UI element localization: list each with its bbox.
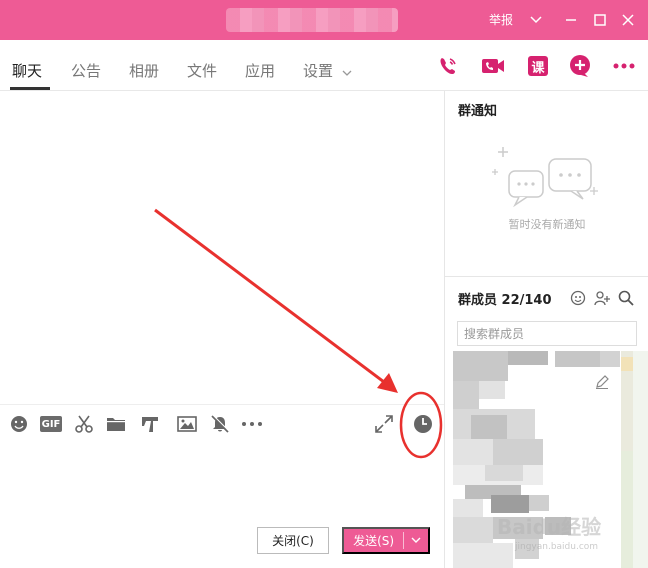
tab-files[interactable]: 文件 xyxy=(187,60,217,81)
qq-group-chat-window: 举报 聊天 公告 相册 文件 应用 设置 课 GIF 关闭(C) 发送(S) 群… xyxy=(0,0,648,568)
tab-settings[interactable]: 设置 xyxy=(303,60,333,81)
baidu-watermark: Baidu经验 xyxy=(497,515,602,539)
history-clock-icon[interactable] xyxy=(412,413,434,435)
emoji-icon[interactable] xyxy=(8,413,30,435)
minimize-icon[interactable] xyxy=(561,10,581,30)
expand-icon[interactable] xyxy=(373,413,395,435)
member-manage-icon[interactable] xyxy=(569,289,587,307)
tab-bar: 聊天 公告 相册 文件 应用 设置 课 xyxy=(0,40,648,91)
member-search-input[interactable] xyxy=(457,321,637,346)
course-icon[interactable]: 课 xyxy=(526,54,550,78)
input-toolbar: GIF xyxy=(0,404,444,444)
search-icon[interactable] xyxy=(617,289,635,307)
member-count-title: 群成员 22/140 xyxy=(458,293,552,308)
more-tools-icon[interactable] xyxy=(241,413,263,435)
tab-apps[interactable]: 应用 xyxy=(245,60,275,81)
more-icon[interactable] xyxy=(612,54,636,78)
chevron-down-icon[interactable] xyxy=(404,537,428,544)
report-link[interactable]: 举报 xyxy=(489,11,513,28)
active-tab-indicator xyxy=(10,87,50,90)
empty-notice-illustration xyxy=(492,147,598,208)
tab-album[interactable]: 相册 xyxy=(129,60,159,81)
message-area[interactable] xyxy=(0,91,444,404)
notice-empty-text: 暂时没有新通知 xyxy=(508,218,586,231)
send-button[interactable]: 发送(S) xyxy=(342,527,430,554)
image-icon[interactable] xyxy=(176,413,198,435)
group-side-panel: 群通知 暂时没有新通知 群成员 22/140 xyxy=(444,91,648,568)
title-bar: 举报 xyxy=(0,0,648,40)
tab-announcement[interactable]: 公告 xyxy=(71,60,101,81)
close-icon[interactable] xyxy=(618,10,638,30)
video-call-icon[interactable] xyxy=(481,54,505,78)
notice-title: 群通知 xyxy=(458,104,498,119)
add-app-icon[interactable] xyxy=(568,54,592,78)
folder-icon[interactable] xyxy=(105,413,127,435)
voice-call-icon[interactable] xyxy=(436,54,460,78)
gif-icon[interactable]: GIF xyxy=(40,413,62,435)
chevron-down-icon[interactable] xyxy=(342,62,352,81)
edit-icon[interactable] xyxy=(593,373,611,391)
tab-chat[interactable]: 聊天 xyxy=(12,60,42,81)
close-button[interactable]: 关闭(C) xyxy=(257,527,329,554)
group-name-blurred xyxy=(226,8,398,32)
scissors-icon[interactable] xyxy=(73,413,95,435)
add-member-icon[interactable] xyxy=(593,289,611,307)
baidu-watermark-url: jingyan.baidu.com xyxy=(515,542,599,552)
mute-bell-icon[interactable] xyxy=(209,413,231,435)
chevron-down-icon[interactable] xyxy=(526,10,546,30)
font-style-icon[interactable] xyxy=(139,413,161,435)
maximize-icon[interactable] xyxy=(590,10,610,30)
